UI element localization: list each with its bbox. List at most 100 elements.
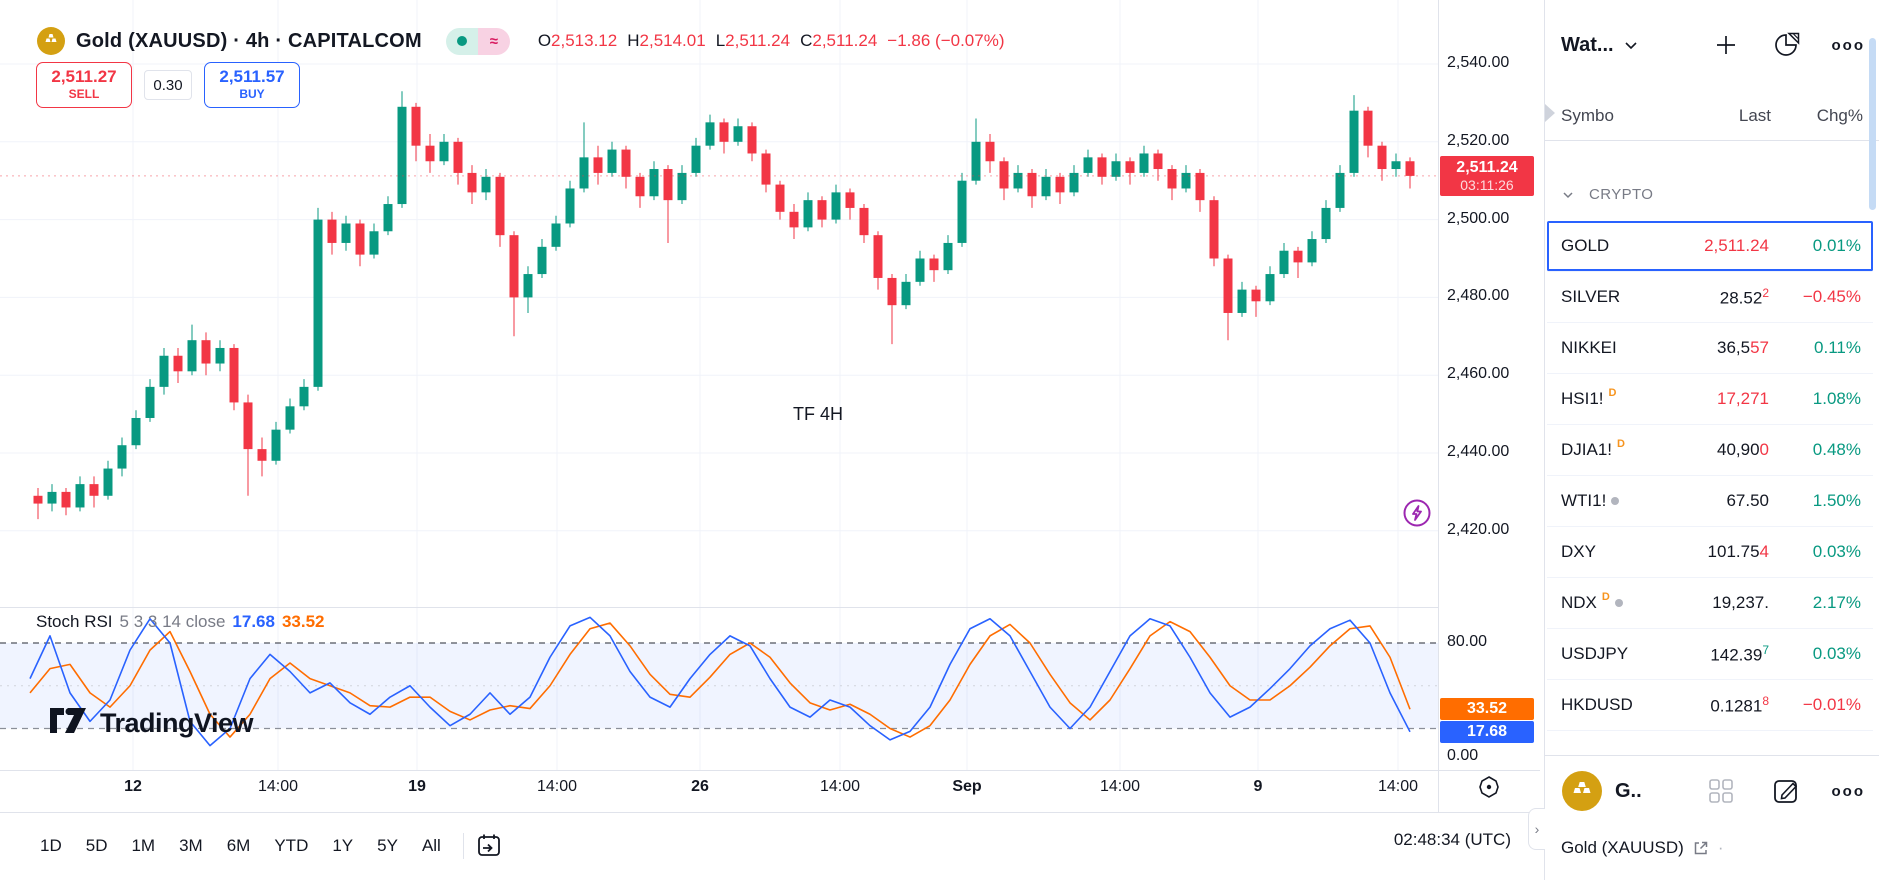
candle-body [1224,259,1233,313]
column-last[interactable]: Last [1675,106,1771,126]
range-button-1d[interactable]: 1D [28,830,74,862]
external-link-icon[interactable] [1692,839,1710,857]
edit-note-icon[interactable] [1770,775,1802,807]
candle-body [706,122,715,145]
time-axis-label: Sep [952,778,981,796]
candle-body [1028,173,1037,196]
symbol-name: DJIA1! [1561,440,1612,460]
watchlist-scrollbar[interactable] [1869,38,1876,210]
candle-body [48,492,57,504]
candle-body [510,235,519,297]
details-more-icon[interactable]: ooo [1832,783,1866,800]
candle-body [62,492,71,508]
last-price: 36,557 [1665,338,1769,358]
range-button-1m[interactable]: 1M [119,830,167,862]
candle-body [202,340,211,363]
candle-body [1252,290,1261,302]
buy-price: 2,511.57 [205,67,299,87]
watchlist-row-djia1[interactable]: DJIA1!D40,9000.48% [1547,425,1873,476]
last-price: 2,511.24 [1665,236,1769,256]
symbol-title[interactable]: Gold (XAUUSD) · 4h · CAPITALCOM [76,30,422,53]
heatmap-pie-icon[interactable] [1772,30,1802,60]
add-symbol-icon[interactable] [1712,31,1740,59]
stoch-lower-band-label: 0.00 [1447,747,1478,765]
candle-body [146,387,155,418]
range-button-5y[interactable]: 5Y [365,830,410,862]
scroll-to-realtime-icon[interactable] [1476,774,1502,800]
change-percent: 1.08% [1781,389,1861,409]
watchlist-row-hkdusd[interactable]: HKDUSD0.12818−0.01% [1547,680,1873,731]
stoch-k-badge: 17.68 [1440,721,1534,743]
pane-separator[interactable] [0,607,1438,608]
candle-body [622,150,631,177]
indicator-legend[interactable]: Stoch RSI 5 3 3 14 close 17.68 33.52 [36,612,325,632]
chart-text-annotation[interactable]: TF 4H [793,404,843,425]
ohlc-open-value: 2,513.12 [551,31,617,50]
range-button-6m[interactable]: 6M [215,830,263,862]
candle-body [1322,208,1331,239]
candle-body [790,212,799,228]
last-price-value: 2,511.24 [1440,158,1534,177]
buy-button[interactable]: 2,511.57 BUY [204,62,300,108]
buy-label: BUY [205,87,299,101]
column-symbol[interactable]: Symbo [1561,106,1675,126]
ohlc-close-value: 2,511.24 [812,31,877,50]
range-button-5d[interactable]: 5D [74,830,120,862]
clock-utc[interactable]: 02:48:34 (UTC) [1394,830,1511,850]
watchlist-row-nikkei[interactable]: NIKKEI36,5570.11% [1547,323,1873,374]
watchlist-more-icon[interactable]: ooo [1832,37,1866,54]
market-status-toggle[interactable]: ≈ [446,28,510,55]
watchlist-row-wti1[interactable]: WTI1!67.501.50% [1547,476,1873,527]
goto-date-calendar-icon[interactable] [474,831,504,861]
candle-body [1056,177,1065,193]
section-crypto[interactable]: CRYPTO [1561,186,1653,203]
watchlist-row-usdjpy[interactable]: USDJPY142.3970.03% [1547,629,1873,680]
change-percent: 0.11% [1781,338,1861,358]
chevron-down-icon[interactable] [1622,36,1640,54]
range-button-3m[interactable]: 3M [167,830,215,862]
watchlist-header: Wat... ooo [1561,30,1865,60]
candlestick-chart[interactable] [0,0,1540,880]
candle-body [958,181,967,243]
instant-trading-bolt-icon[interactable] [1402,498,1432,528]
watchlist-row-ndx[interactable]: NDXD19,237.2.17% [1547,578,1873,629]
candle-body [888,278,897,305]
gold-symbol-icon [36,26,66,56]
last-price: 40,900 [1665,440,1769,460]
symbol-name: SILVER [1561,287,1620,307]
candle-body [874,235,883,278]
candle-body [594,157,603,173]
range-button-ytd[interactable]: YTD [262,830,320,862]
ohlc-readout: O2,513.12 H2,514.01 L2,511.24 C2,511.24 … [538,31,1005,51]
range-button-all[interactable]: All [410,830,453,862]
symbol-name: WTI1! [1561,491,1606,511]
candle-body [1014,173,1023,189]
range-button-1y[interactable]: 1Y [320,830,365,862]
column-chg[interactable]: Chg% [1785,106,1863,126]
watchlist-row-silver[interactable]: SILVER28.522−0.45% [1547,272,1873,323]
grid-layout-icon[interactable] [1706,776,1736,806]
symbol-name: USDJPY [1561,644,1628,664]
change-percent: 0.03% [1781,542,1861,562]
tradingview-mark-icon [48,706,88,740]
watchlist-row-gold[interactable]: GOLD2,511.240.01% [1547,221,1873,272]
candle-body [1000,161,1009,188]
delayed-data-badge: D [1617,438,1625,450]
stoch-upper-band-label: 80.00 [1447,633,1487,651]
candle-body [566,188,575,223]
candle-body [734,126,743,142]
stoch-d-badge: 33.52 [1440,698,1534,720]
toolbar-divider [463,833,464,859]
candle-body [762,153,771,184]
candle-body [440,142,449,161]
sell-button[interactable]: 2,511.27 SELL [36,62,132,108]
watchlist-row-hsi1[interactable]: HSI1!D17,2711.08% [1547,374,1873,425]
candle-body [1168,169,1177,188]
watchlist-row-dxy[interactable]: DXY101.7540.03% [1547,527,1873,578]
last-price: 28.522 [1665,286,1769,309]
watchlist-title[interactable]: Wat... [1561,34,1614,57]
candle-body [552,223,561,246]
time-axis-label: 26 [691,778,709,796]
last-price-badge: 2,511.24 03:11:26 [1440,156,1534,196]
candle-body [1336,173,1345,208]
